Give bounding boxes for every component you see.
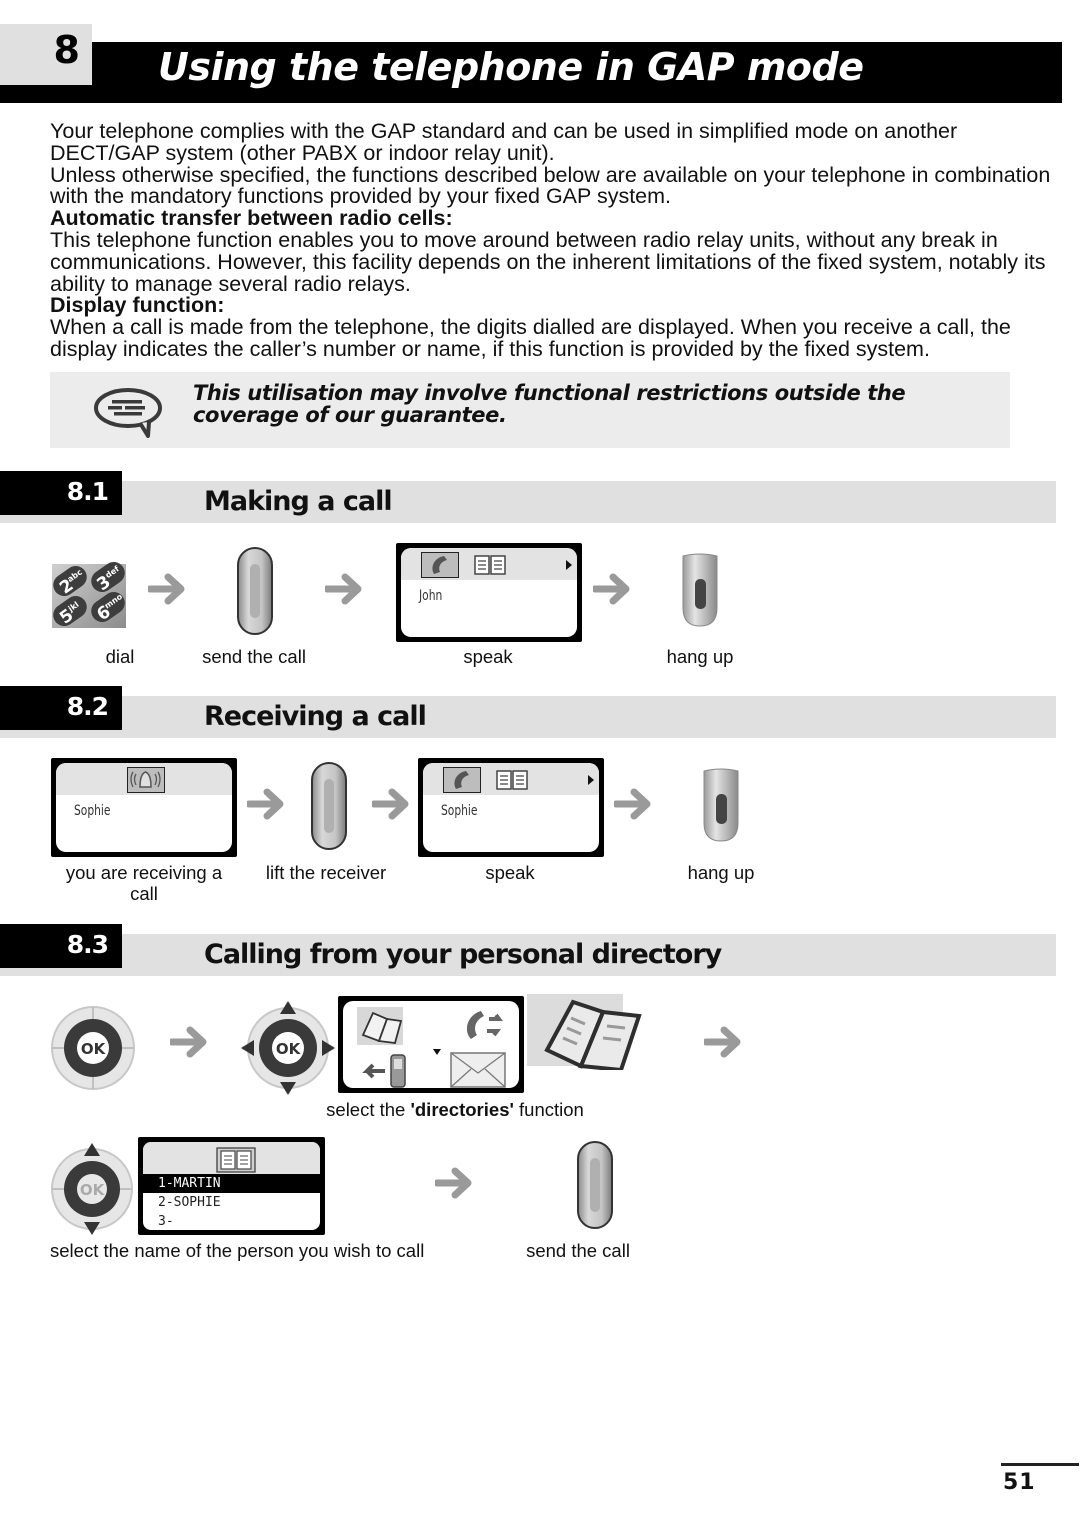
step-caption-hang-up: hang up — [666, 646, 734, 667]
step-caption-dial: dial — [105, 646, 135, 667]
note-box: This utilisation may involve functional … — [50, 372, 1010, 448]
intro-paragraph: Your telephone complies with the GAP sta… — [50, 119, 958, 165]
section-header-8-2: 8.2 Receiving a call — [0, 686, 1056, 738]
directory-list: 1-MARTIN 2-SOPHIE 3- — [143, 1174, 320, 1230]
intro-paragraph: When a call is made from the telephone, … — [50, 315, 1011, 361]
settings-phone-icon — [362, 1054, 406, 1088]
step-caption-send-call: send the call — [202, 646, 306, 667]
chapter-title: Using the telephone in GAP mode — [158, 45, 864, 89]
ok-key-label: OK — [80, 1181, 106, 1199]
caption-bold-text: 'directories' — [410, 1099, 514, 1120]
call-log-icon — [466, 1011, 503, 1039]
screen-caller-name: Sophie — [74, 803, 111, 819]
arrow-right-icon — [593, 572, 635, 606]
handset-icon — [421, 552, 459, 578]
ringing-bell-icon — [127, 767, 165, 793]
arrow-right-icon — [704, 1025, 746, 1059]
directory-book-icon — [496, 770, 528, 790]
phone-screen-main-menu — [338, 996, 524, 1093]
speech-bubble-icon — [94, 388, 162, 438]
step-caption-lift-receiver: lift the receiver — [265, 862, 387, 883]
phone-screen-call: Sophie — [418, 758, 604, 857]
directory-entry[interactable]: 3- — [143, 1212, 320, 1230]
green-call-key-icon — [577, 1141, 613, 1229]
arrow-right-icon — [372, 787, 414, 821]
directories-large-icon — [527, 994, 642, 1070]
handset-icon — [443, 767, 481, 793]
intro-paragraph: This telephone function enables you to m… — [50, 227, 1046, 296]
step-caption-select-name: select the name of the person you wish t… — [50, 1240, 425, 1261]
phone-screen-incoming: Sophie — [51, 758, 237, 857]
step-caption-hang-up: hang up — [687, 862, 755, 883]
step-caption-receiving: you are receiving a call — [65, 862, 223, 904]
menu-next-icon — [566, 560, 572, 570]
step-caption-select-directories: select the 'directories' function — [300, 1099, 610, 1120]
section-title: Calling from your personal directory — [204, 939, 722, 970]
arrow-right-icon — [614, 787, 656, 821]
red-hangup-key-icon — [703, 768, 739, 842]
arrow-right-icon — [247, 787, 289, 821]
intro-text: Your telephone complies with the GAP sta… — [50, 119, 1060, 361]
ok-key-label: OK — [276, 1040, 302, 1058]
green-call-key-icon — [237, 547, 273, 635]
step-caption-send-call: send the call — [526, 1240, 630, 1261]
menu-next-icon — [588, 775, 594, 785]
screen-caller-name: John — [419, 588, 443, 604]
section-number: 8.3 — [66, 930, 109, 959]
green-call-key-icon — [311, 762, 347, 850]
page-number-rule — [1001, 1463, 1079, 1466]
section-band — [0, 696, 1056, 738]
section-title: Making a call — [204, 486, 393, 517]
note-text: This utilisation may involve functional … — [193, 381, 906, 427]
directory-entry[interactable]: 2-SOPHIE — [143, 1193, 320, 1212]
arrow-right-icon — [170, 1025, 212, 1059]
step-caption-speak: speak — [463, 646, 513, 667]
section-number: 8.2 — [66, 692, 109, 721]
arrow-right-icon — [148, 572, 190, 606]
step-caption-speak: speak — [485, 862, 535, 883]
directory-entry-selected[interactable]: 1-MARTIN — [143, 1174, 320, 1225]
section-header-8-1: 8.1 Making a call — [0, 471, 1056, 523]
phone-screen-call: John — [396, 543, 582, 642]
page-number: 51 — [1003, 1470, 1036, 1495]
directory-book-icon — [216, 1147, 256, 1173]
section-header-8-3: 8.3 Calling from your personal directory — [0, 924, 1056, 976]
menu-cursor-icon — [433, 1049, 441, 1055]
arrow-right-icon — [435, 1166, 477, 1200]
arrow-right-icon — [325, 572, 367, 606]
intro-paragraph: Unless otherwise specified, the function… — [50, 162, 1051, 209]
navigation-key-icon: OK — [241, 1001, 335, 1095]
messages-envelope-icon — [450, 1052, 506, 1088]
chapter-number: 8 — [53, 28, 80, 72]
red-hangup-key-icon — [682, 553, 718, 627]
section-title: Receiving a call — [204, 701, 427, 732]
caption-text: function — [513, 1099, 584, 1120]
ok-key-label: OK — [81, 1040, 107, 1058]
subheading-auto-transfer: Automatic transfer between radio cells: — [50, 206, 453, 231]
scroll-up-down-icon — [305, 1211, 315, 1225]
subheading-display-function: Display function: — [50, 293, 225, 318]
section-number: 8.1 — [66, 477, 109, 506]
directory-book-icon — [474, 555, 506, 575]
ok-key-icon: OK — [51, 1006, 135, 1090]
phone-screen-directory-list: 1-MARTIN 2-SOPHIE 3- — [138, 1137, 325, 1235]
navigation-key-up-down-icon: OK — [51, 1143, 133, 1235]
section-band — [0, 481, 1056, 523]
screen-caller-name: Sophie — [441, 803, 478, 819]
caption-text: select the — [326, 1099, 411, 1120]
keypad-icon: 2 abc 3 def 5 jkl 6 mno — [52, 561, 126, 629]
